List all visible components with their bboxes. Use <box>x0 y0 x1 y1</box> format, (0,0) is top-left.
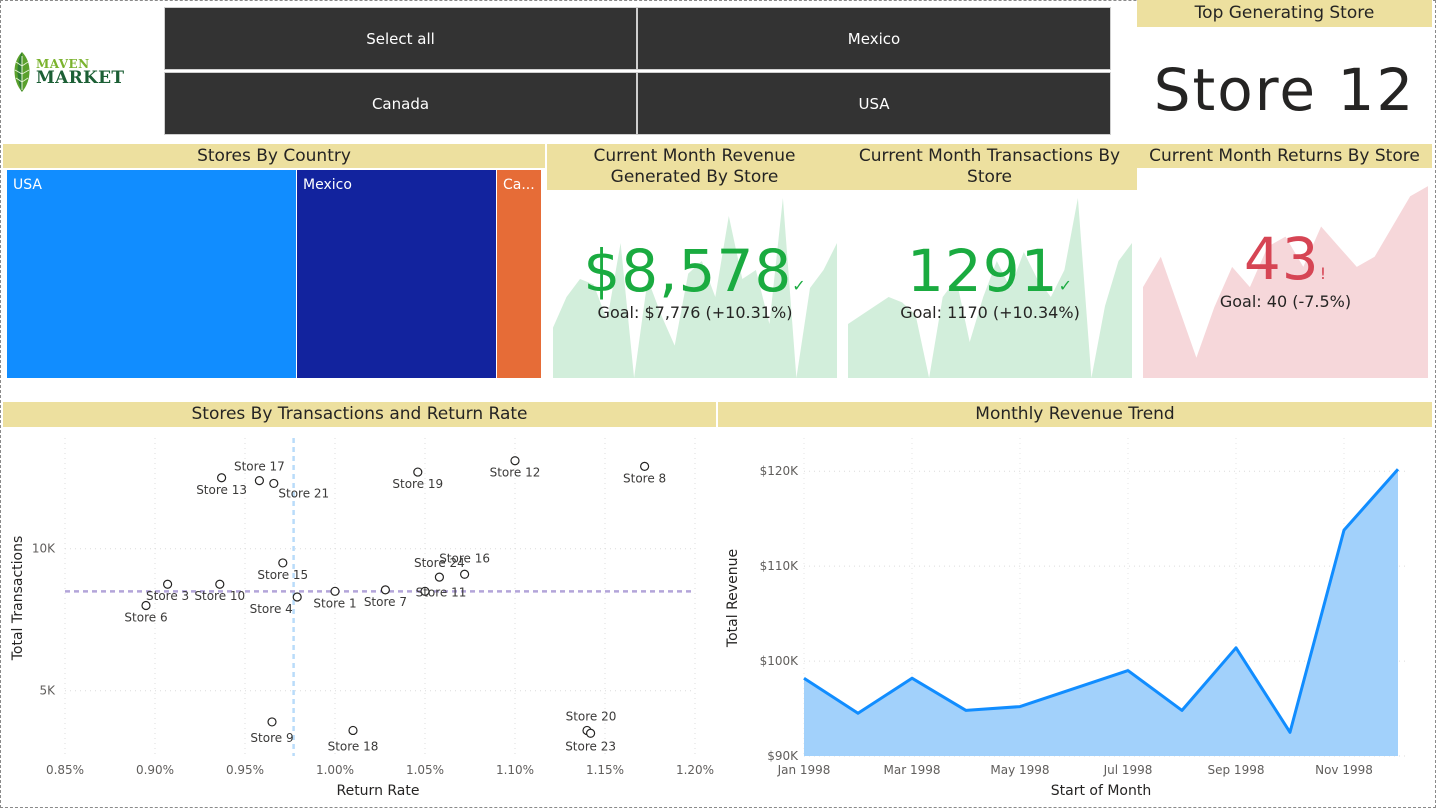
scatter-point[interactable] <box>330 586 340 596</box>
scatter-y-tick: 10K <box>32 542 56 556</box>
kpi-revenue-value: $8,578✓ <box>553 237 837 305</box>
revenue-trend-title: Monthly Revenue Trend <box>718 402 1432 427</box>
scatter-point[interactable] <box>413 467 423 477</box>
scatter-point[interactable] <box>639 461 650 471</box>
scatter-x-tick: 1.10% <box>496 763 534 777</box>
scatter-point[interactable] <box>217 473 227 483</box>
scatter-xlabel: Return Rate <box>336 783 419 799</box>
scatter-x-tick: 1.00% <box>316 763 354 777</box>
slicer-canada[interactable]: Canada <box>164 72 637 135</box>
scatter-x-tick: 0.90% <box>136 763 174 777</box>
stores-by-country-treemap: USA Mexico Ca... <box>7 170 541 378</box>
scatter-point-label: Store 6 <box>124 611 167 625</box>
scatter-point-label: Store 18 <box>328 739 379 753</box>
scatter-title: Stores By Transactions and Return Rate <box>3 402 716 427</box>
top-store-value: Store 12 <box>1153 56 1416 124</box>
kpi-returns-number: 43 <box>1243 225 1320 293</box>
scatter-y-tick: 5K <box>39 684 56 698</box>
slicer-usa[interactable]: USA <box>637 72 1111 135</box>
kpi-transactions-card: 1291✓ Goal: 1170 (+10.34%) <box>848 190 1132 378</box>
checkmark-icon: ✓ <box>792 276 807 295</box>
scatter-point-label: Store 21 <box>278 486 329 500</box>
scatter-point-label: Store 4 <box>250 602 293 616</box>
kpi-returns-goal: Goal: 40 (-7.5%) <box>1219 292 1352 311</box>
scatter-x-tick: 1.05% <box>406 763 444 777</box>
revenue-x-tick: Jan 1998 <box>777 763 831 777</box>
scatter-point-label: Store 10 <box>194 589 245 603</box>
revenue-x-tick: Mar 1998 <box>884 763 941 777</box>
scatter-point-label: Store 7 <box>364 595 407 609</box>
scatter-point[interactable] <box>510 456 520 466</box>
revenue-y-tick: $110K <box>760 559 800 573</box>
scatter-point[interactable] <box>141 600 151 611</box>
scatter-point[interactable] <box>292 592 302 602</box>
revenue-xlabel: Start of Month <box>1051 783 1151 799</box>
scatter-point[interactable] <box>380 585 390 595</box>
maven-market-logo: MAVEN MARKET <box>8 48 138 98</box>
revenue-area-fill <box>804 469 1398 756</box>
alert-icon: ! <box>1319 264 1328 283</box>
treemap-tile-usa[interactable]: USA <box>7 170 296 378</box>
scatter-point[interactable] <box>434 572 444 582</box>
scatter-point[interactable] <box>278 558 288 568</box>
scatter-point-label: Store 3 <box>146 589 189 603</box>
scatter-point[interactable] <box>460 569 470 579</box>
scatter-point[interactable] <box>585 728 596 738</box>
scatter-point-label: Store 1 <box>313 596 356 610</box>
scatter-point[interactable] <box>215 579 225 589</box>
revenue-y-tick: $90K <box>767 749 799 763</box>
kpi-returns-title: Current Month Returns By Store <box>1137 144 1432 168</box>
scatter-point[interactable] <box>348 725 358 736</box>
kpi-revenue-goal: Goal: $7,776 (+10.31%) <box>597 303 793 322</box>
transactions-return-rate-scatter: Return Rate Total Transactions 0.85% 0.90… <box>10 438 714 799</box>
scatter-point[interactable] <box>163 579 173 589</box>
scatter-x-tick: 0.85% <box>46 763 84 777</box>
scatter-point-label: Store 15 <box>257 568 308 582</box>
leaf-icon <box>14 52 30 92</box>
top-store-title: Top Generating Store <box>1137 0 1432 27</box>
scatter-point-label: Store 19 <box>392 477 443 491</box>
logo-text-market: MARKET <box>36 68 125 88</box>
revenue-x-tick: Jul 1998 <box>1103 763 1153 777</box>
treemap-title: Stores By Country <box>3 144 545 168</box>
kpi-returns-value: 43! <box>1143 225 1428 293</box>
scatter-point-label: Store 17 <box>234 460 285 474</box>
scatter-point[interactable] <box>267 717 277 727</box>
scatter-point-label: Store 24 <box>414 556 465 570</box>
scatter-point[interactable] <box>254 475 264 486</box>
slicer-select-all[interactable]: Select all <box>164 7 637 70</box>
kpi-transactions-title: Current Month Transactions By Store <box>842 144 1137 190</box>
scatter-x-tick: 0.95% <box>226 763 264 777</box>
kpi-returns-card: 43! Goal: 40 (-7.5%) <box>1143 168 1428 378</box>
revenue-x-tick: Sep 1998 <box>1208 763 1265 777</box>
monthly-revenue-trend-chart: Start of Month Total Revenue $90K $100K $1… <box>725 438 1408 799</box>
scatter-point-label: Store 9 <box>250 731 293 745</box>
treemap-tile-canada[interactable]: Ca... <box>497 170 541 378</box>
scatter-point-label: Store 12 <box>490 466 541 480</box>
scatter-point-label: Store 8 <box>623 471 666 485</box>
revenue-ylabel: Total Revenue <box>725 549 741 648</box>
checkmark-icon: ✓ <box>1058 276 1073 295</box>
revenue-y-tick: $120K <box>760 464 800 478</box>
scatter-x-tick: 1.20% <box>676 763 714 777</box>
slicer-mexico[interactable]: Mexico <box>637 7 1111 70</box>
country-slicer: Select all Mexico Canada USA <box>164 7 1111 135</box>
scatter-point-label: Store 13 <box>196 483 247 497</box>
kpi-revenue-card: $8,578✓ Goal: $7,776 (+10.31%) <box>553 190 837 378</box>
scatter-point[interactable] <box>269 478 279 489</box>
scatter-ylabel: Total Transactions <box>10 536 26 662</box>
scatter-point-label: Store 23 <box>565 739 616 753</box>
scatter-x-tick: 1.15% <box>586 763 624 777</box>
revenue-x-tick: Nov 1998 <box>1315 763 1373 777</box>
kpi-transactions-value: 1291✓ <box>848 237 1132 305</box>
kpi-transactions-number: 1291 <box>906 237 1059 305</box>
kpi-transactions-goal: Goal: 1170 (+10.34%) <box>900 303 1080 322</box>
kpi-revenue-title: Current Month Revenue Generated By Store <box>547 144 842 190</box>
revenue-x-tick: May 1998 <box>990 763 1049 777</box>
kpi-revenue-number: $8,578 <box>583 237 793 305</box>
scatter-point-label: Store 11 <box>416 585 467 599</box>
revenue-y-tick: $100K <box>760 654 800 668</box>
scatter-point-label: Store 20 <box>566 709 617 723</box>
treemap-tile-mexico[interactable]: Mexico <box>297 170 496 378</box>
